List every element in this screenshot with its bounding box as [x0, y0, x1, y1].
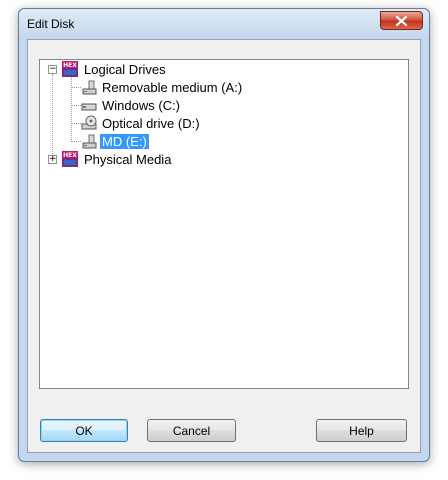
tree-line	[71, 87, 81, 88]
tree-line	[71, 105, 81, 106]
help-button[interactable]: Help	[316, 419, 407, 442]
drive-tree[interactable]: − HEX Logical Drives Removable medium (A…	[39, 59, 409, 389]
tree-line	[71, 123, 81, 124]
removable-drive-icon	[82, 134, 97, 149]
dialog-body: − HEX Logical Drives Removable medium (A…	[27, 39, 421, 453]
tree-node-removable-a[interactable]: Removable medium (A:)	[81, 78, 244, 96]
close-button[interactable]	[380, 11, 423, 30]
title-bar[interactable]: Edit Disk	[19, 9, 429, 39]
removable-drive-icon	[82, 80, 97, 95]
svg-text:HEX: HEX	[63, 152, 77, 159]
svg-text:HEX: HEX	[63, 62, 77, 69]
close-icon	[396, 15, 407, 26]
optical-drive-icon	[81, 115, 97, 130]
tree-node-label: Removable medium (A:)	[102, 79, 243, 95]
hard-drive-icon	[81, 103, 97, 111]
tree-node-windows-c[interactable]: Windows (C:)	[81, 96, 182, 114]
tree-line	[52, 74, 53, 160]
tree-line	[71, 141, 81, 142]
cancel-button[interactable]: Cancel	[147, 419, 236, 442]
edit-disk-dialog: Edit Disk − HEX Logical Drives Removable…	[18, 8, 430, 462]
hex-workshop-icon: HEX	[62, 151, 78, 167]
expand-expander[interactable]: +	[48, 155, 57, 164]
tree-node-label: Physical Media	[84, 151, 172, 167]
tree-node-label: Windows (C:)	[102, 97, 181, 113]
tree-node-optical-d[interactable]: Optical drive (D:)	[81, 114, 202, 132]
window-title: Edit Disk	[27, 17, 75, 31]
collapse-expander[interactable]: −	[48, 65, 57, 74]
tree-node-label: Optical drive (D:)	[102, 115, 200, 131]
ok-button[interactable]: OK	[40, 419, 128, 442]
tree-node-logical-drives[interactable]: HEX Logical Drives	[62, 60, 168, 78]
tree-node-md-e[interactable]: MD (E:)	[81, 132, 149, 150]
tree-node-physical-media[interactable]: HEX Physical Media	[62, 150, 173, 168]
hex-workshop-icon: HEX	[62, 61, 78, 77]
tree-node-label-selected: MD (E:)	[100, 133, 149, 149]
tree-node-label: Logical Drives	[84, 61, 166, 77]
